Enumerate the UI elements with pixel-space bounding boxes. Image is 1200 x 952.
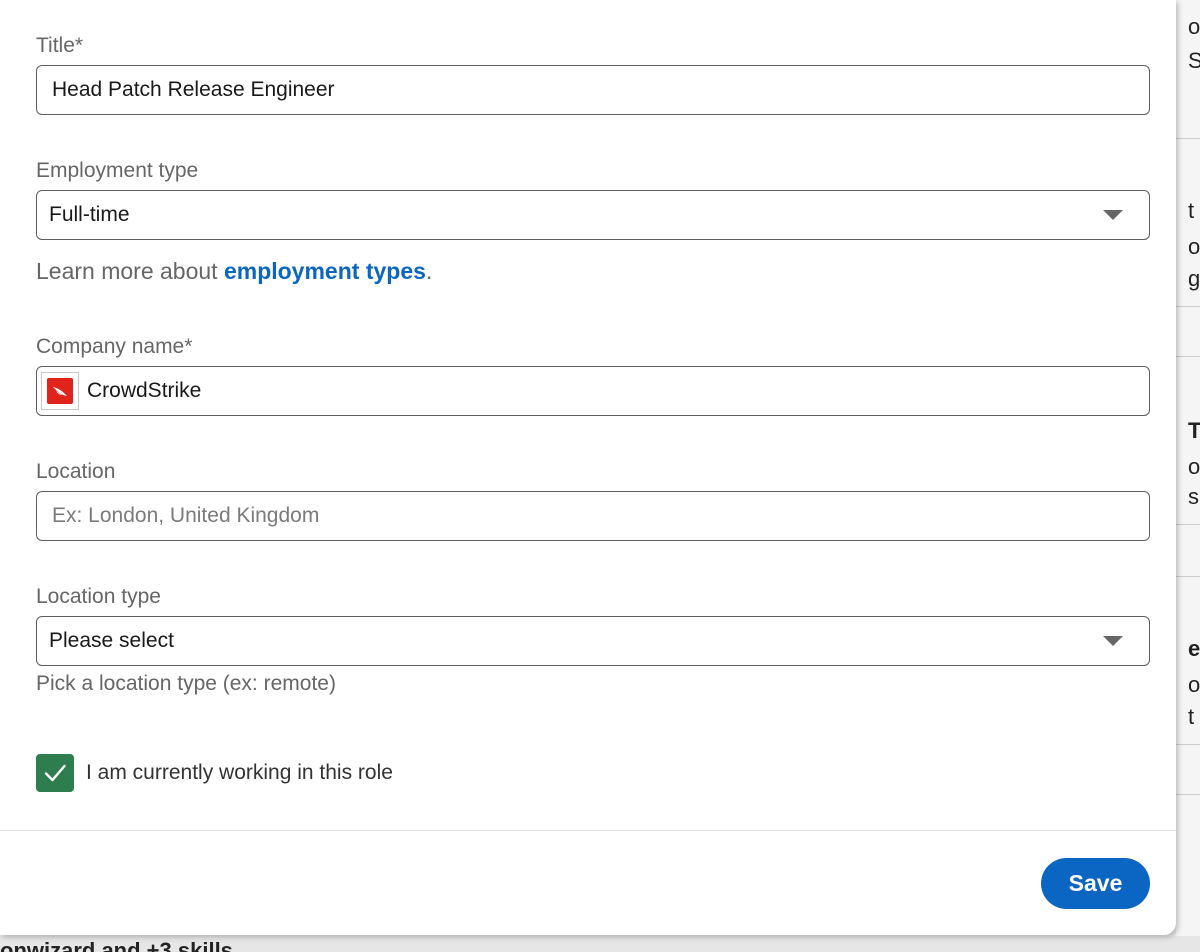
- background-text-fragment: o: [1188, 454, 1200, 479]
- background-profile-column: o S t o g T o s e o t: [1176, 0, 1200, 952]
- company-name-value: CrowdStrike: [87, 379, 202, 402]
- employment-types-link[interactable]: employment types: [224, 258, 426, 284]
- background-divider: [1176, 524, 1200, 525]
- current-role-checkbox[interactable]: [36, 754, 74, 792]
- save-button[interactable]: Save: [1041, 858, 1150, 909]
- background-text-fragment: g: [1188, 266, 1200, 291]
- background-divider: [1176, 356, 1200, 357]
- background-text-fragment: o: [1188, 672, 1200, 697]
- title-input-value: Head Patch Release Engineer: [52, 78, 335, 101]
- location-type-helper: Pick a location type (ex: remote): [36, 672, 336, 695]
- employment-type-select[interactable]: Full-time: [36, 190, 1150, 240]
- location-label: Location: [36, 460, 116, 483]
- background-text-fragment: S: [1188, 48, 1200, 73]
- background-divider: [1176, 794, 1200, 795]
- location-type-select[interactable]: Please select: [36, 616, 1150, 666]
- background-divider: [1176, 576, 1200, 577]
- title-label: Title*: [36, 34, 84, 57]
- company-name-label: Company name*: [36, 335, 193, 358]
- employment-types-help: Learn more about employment types.: [36, 258, 432, 285]
- background-skills-text: onwizard and +3 skills: [0, 938, 233, 952]
- chevron-down-icon: [1103, 210, 1123, 220]
- background-text-fragment: o: [1188, 234, 1200, 259]
- background-text-fragment: t: [1188, 198, 1195, 223]
- learn-more-suffix: .: [425, 258, 433, 284]
- learn-more-prefix: Learn more about: [36, 258, 224, 284]
- location-type-value: Please select: [49, 629, 174, 652]
- background-text-fragment: t: [1188, 704, 1195, 729]
- current-role-label: I am currently working in this role: [86, 761, 393, 784]
- location-type-label: Location type: [36, 585, 161, 608]
- background-divider: [1176, 306, 1200, 307]
- current-role-row: I am currently working in this role: [36, 754, 393, 792]
- location-input[interactable]: Ex: London, United Kingdom: [36, 491, 1150, 541]
- employment-type-value: Full-time: [49, 203, 130, 226]
- employment-type-label: Employment type: [36, 159, 199, 182]
- background-divider: [1176, 138, 1200, 139]
- background-text-fragment: T: [1188, 418, 1200, 443]
- chevron-down-icon: [1103, 636, 1123, 646]
- checkmark-icon: [44, 764, 66, 782]
- footer-divider: [0, 830, 1176, 831]
- background-divider: [1176, 744, 1200, 745]
- company-name-input[interactable]: CrowdStrike: [36, 366, 1150, 416]
- title-input[interactable]: Head Patch Release Engineer: [36, 65, 1150, 115]
- background-text-fragment: e: [1188, 636, 1200, 661]
- background-text-fragment: o: [1188, 14, 1200, 39]
- company-logo: [41, 372, 79, 410]
- crowdstrike-logo-icon: [47, 378, 73, 404]
- edit-experience-modal: Title* Head Patch Release Engineer Emplo…: [0, 0, 1176, 935]
- background-text-fragment: s: [1188, 484, 1199, 509]
- background-footer-strip: onwizard and +3 skills: [0, 936, 1200, 952]
- location-placeholder: Ex: London, United Kingdom: [52, 504, 320, 527]
